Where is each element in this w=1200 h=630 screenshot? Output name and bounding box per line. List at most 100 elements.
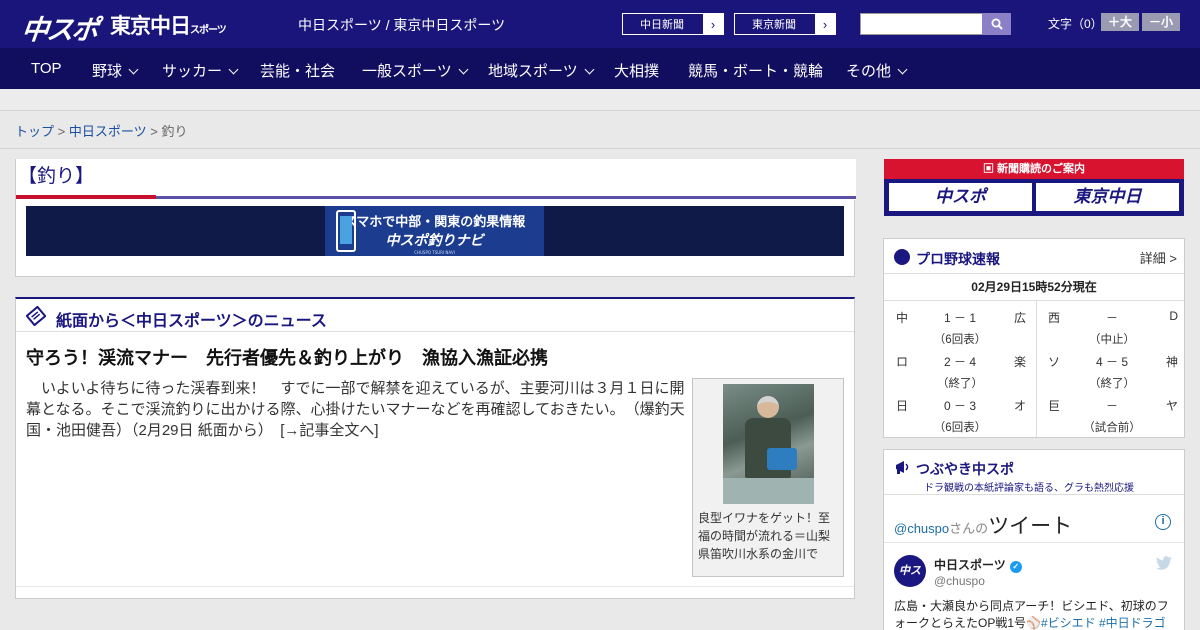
title-underline-accent <box>16 195 156 199</box>
nav-label: 大相撲 <box>614 63 660 80</box>
scores-header: プロ野球速報 詳細 > <box>884 239 1184 274</box>
angler-photo <box>723 384 814 504</box>
search-input[interactable] <box>860 13 983 35</box>
game-score[interactable]: 西 － D （中止） <box>1038 301 1186 346</box>
breadcrumb-top[interactable]: トップ <box>15 124 54 139</box>
game-score[interactable]: 日 0 － 3 オ （6回表） <box>886 389 1034 434</box>
photo-water <box>723 478 814 504</box>
nav-label: 野球 <box>92 63 123 80</box>
nav-item-top[interactable]: TOP <box>31 60 62 77</box>
game-score[interactable]: ソ 4 － 5 神 （終了） <box>1038 345 1186 390</box>
score: 4 － 5 <box>1095 355 1129 369</box>
tweet-hashtags[interactable]: #ビシエド #中日ドラゴ <box>1041 616 1166 630</box>
article-title[interactable]: 守ろう！渓流マナー 先行者優先＆釣り上がり 漁協入漁証必携 <box>26 344 548 370</box>
banner-line1: スマホで中部・関東の釣果情報 <box>343 214 526 229</box>
news-header: 紙面から＜中日スポーツ＞のニュース <box>16 299 854 332</box>
tsuri-navi-banner[interactable]: スマホで中部・関東の釣果情報 中スポ釣りナビ CHUSPO TSURI NAVI <box>26 206 844 256</box>
photo-figure-head <box>757 396 779 418</box>
twitter-header: つぶやき中スポ ドラ観戦の本紙評論家も語る、グラも熱烈応援 <box>884 450 1184 495</box>
news-heading: 紙面から＜中日スポーツ＞のニュース <box>56 313 327 330</box>
sub-strip <box>0 89 1200 111</box>
photo-caption: 良型イワナをゲット！至福の時間が流れる＝山梨県笛吹川水系の金川で <box>698 511 831 561</box>
font-size-label: 文字（0） <box>1048 17 1103 31</box>
search-button[interactable] <box>982 13 1011 35</box>
divider <box>0 148 1200 149</box>
nav-item-entertainment[interactable]: 芸能・社会 <box>260 60 335 81</box>
baseball-scores: プロ野球速報 詳細 > 02月29日15時52分現在 中 1 － 1 広 （6回… <box>883 238 1185 438</box>
megaphone-icon <box>896 461 909 474</box>
chunichi-shimbun-button[interactable]: 中日新聞 › <box>622 13 724 35</box>
article-photo[interactable]: 良型イワナをゲット！至福の時間が流れる＝山梨県笛吹川水系の金川で <box>692 378 844 577</box>
scores-timestamp: 02月29日15時52分現在 <box>884 275 1184 301</box>
nav-label: 一般スポーツ <box>362 63 452 80</box>
score: 2 － 4 <box>943 355 977 369</box>
game-score[interactable]: 中 1 － 1 広 （6回表） <box>886 301 1034 346</box>
font-smaller-button[interactable]: －小 <box>1142 13 1180 31</box>
info-icon[interactable]: i <box>1155 514 1171 530</box>
twitter-handle-link[interactable]: @chuspo <box>894 521 949 536</box>
score: 1 － 1 <box>943 311 977 325</box>
subscribe-chuspo-logo[interactable]: 中スポ <box>889 183 1032 211</box>
font-larger-button[interactable]: ＋大 <box>1101 13 1139 31</box>
newspaper-icon: ▣ <box>982 163 998 175</box>
search-icon <box>991 18 1003 30</box>
chunichi-shimbun-label: 中日新聞 <box>640 19 684 31</box>
main-nav: TOP 野球 サッカー 芸能・社会 一般スポーツ 地域スポーツ 大相撲 競馬・ボ… <box>0 48 1200 89</box>
subscription-heading-text: 新聞購読のご案内 <box>997 163 1086 175</box>
scores-detail-link[interactable]: 詳細 > <box>1140 248 1177 267</box>
nav-item-soccer[interactable]: サッカー <box>162 60 239 81</box>
nav-item-baseball[interactable]: 野球 <box>92 60 139 81</box>
chevron-down-icon <box>128 64 139 75</box>
baseball-icon <box>894 249 910 265</box>
nav-label: TOP <box>31 60 62 77</box>
news-section: 紙面から＜中日スポーツ＞のニュース 守ろう！渓流マナー 先行者優先＆釣り上がり … <box>15 297 855 599</box>
nav-label: サッカー <box>162 63 223 80</box>
tweet-account-name[interactable]: 中日スポーツ ✓ <box>934 556 1022 573</box>
chuspo-logo[interactable]: 中スポ <box>20 8 99 47</box>
nav-item-racing[interactable]: 競馬・ボート・競輪 <box>688 60 823 81</box>
tweets-label: ツイート <box>988 515 1073 538</box>
chevron-down-icon <box>458 64 469 75</box>
subscription-heading: ▣ 新聞購読のご案内 <box>884 159 1184 179</box>
chevron-right-icon: › <box>815 14 835 34</box>
category-header: 【釣り】 <box>16 159 856 200</box>
banner-content: スマホで中部・関東の釣果情報 中スポ釣りナビ CHUSPO TSURI NAVI <box>325 206 544 256</box>
divider <box>884 542 1184 543</box>
chevron-down-icon <box>584 64 595 75</box>
nav-item-regional-sports[interactable]: 地域スポーツ <box>488 60 595 81</box>
team-away: D <box>1169 309 1178 323</box>
nav-label: 地域スポーツ <box>488 63 578 80</box>
tokyo-chunichi-logo[interactable]: 東京中日スポーツ <box>110 10 227 40</box>
banner-line3: CHUSPO TSURI NAVI <box>414 250 455 255</box>
nav-label: その他 <box>846 63 892 80</box>
game-score[interactable]: 巨 － ヤ （試合前） <box>1038 389 1186 434</box>
tokyo-logo-small: スポーツ <box>190 25 227 36</box>
chevron-down-icon <box>897 64 908 75</box>
subscribe-tokyo-chunichi-logo[interactable]: 東京中日 <box>1036 183 1179 211</box>
twitter-subtitle: ドラ観戦の本紙評論家も語る、グラも熱烈応援 <box>924 483 1134 494</box>
tweet-account-handle[interactable]: @chuspo <box>934 574 985 588</box>
breadcrumb-chunichi-sports[interactable]: 中日スポーツ <box>69 124 147 139</box>
team-away: ヤ <box>1165 399 1178 413</box>
nav-item-other[interactable]: その他 <box>846 60 908 81</box>
site-links[interactable]: 中日スポーツ / 東京中日スポーツ <box>298 15 505 35</box>
twitter-timeline-header: @chuspoさんのツイート <box>894 510 1072 540</box>
scores-title: プロ野球速報 <box>916 251 1000 267</box>
tokyo-shimbun-button[interactable]: 東京新聞 › <box>734 13 836 35</box>
team-away: 楽 <box>1013 355 1026 369</box>
page-title: 【釣り】 <box>18 166 95 187</box>
subscription-box[interactable]: ▣ 新聞購読のご案内 中スポ 東京中日 <box>884 159 1184 216</box>
score: － <box>1105 399 1118 413</box>
baseball-emoji-icon: ⚾ <box>1026 616 1041 630</box>
title-underline <box>156 196 856 199</box>
twitter-bird-icon[interactable] <box>1156 556 1172 570</box>
tweet-text: 広島・大瀬良から同点アーチ！ビシエド、初球のフォークとらえたOP戦1号⚾#ビシエ… <box>894 598 1176 630</box>
nav-item-sumo[interactable]: 大相撲 <box>614 60 659 81</box>
tokyo-logo-text: 東京中日 <box>110 14 191 38</box>
game-score[interactable]: ロ 2 － 4 楽 （終了） <box>886 345 1034 390</box>
breadcrumb: トップ > 中日スポーツ > 釣り <box>15 121 187 140</box>
banner-line2: 中スポ釣りナビ <box>385 232 484 248</box>
article-summary: いよいよ待ちに待った渓春到来！ すでに一部で解禁を迎えているが、主要河川は３月１… <box>26 380 685 439</box>
nav-item-general-sports[interactable]: 一般スポーツ <box>362 60 469 81</box>
avatar[interactable]: 中スポ <box>894 555 926 609</box>
